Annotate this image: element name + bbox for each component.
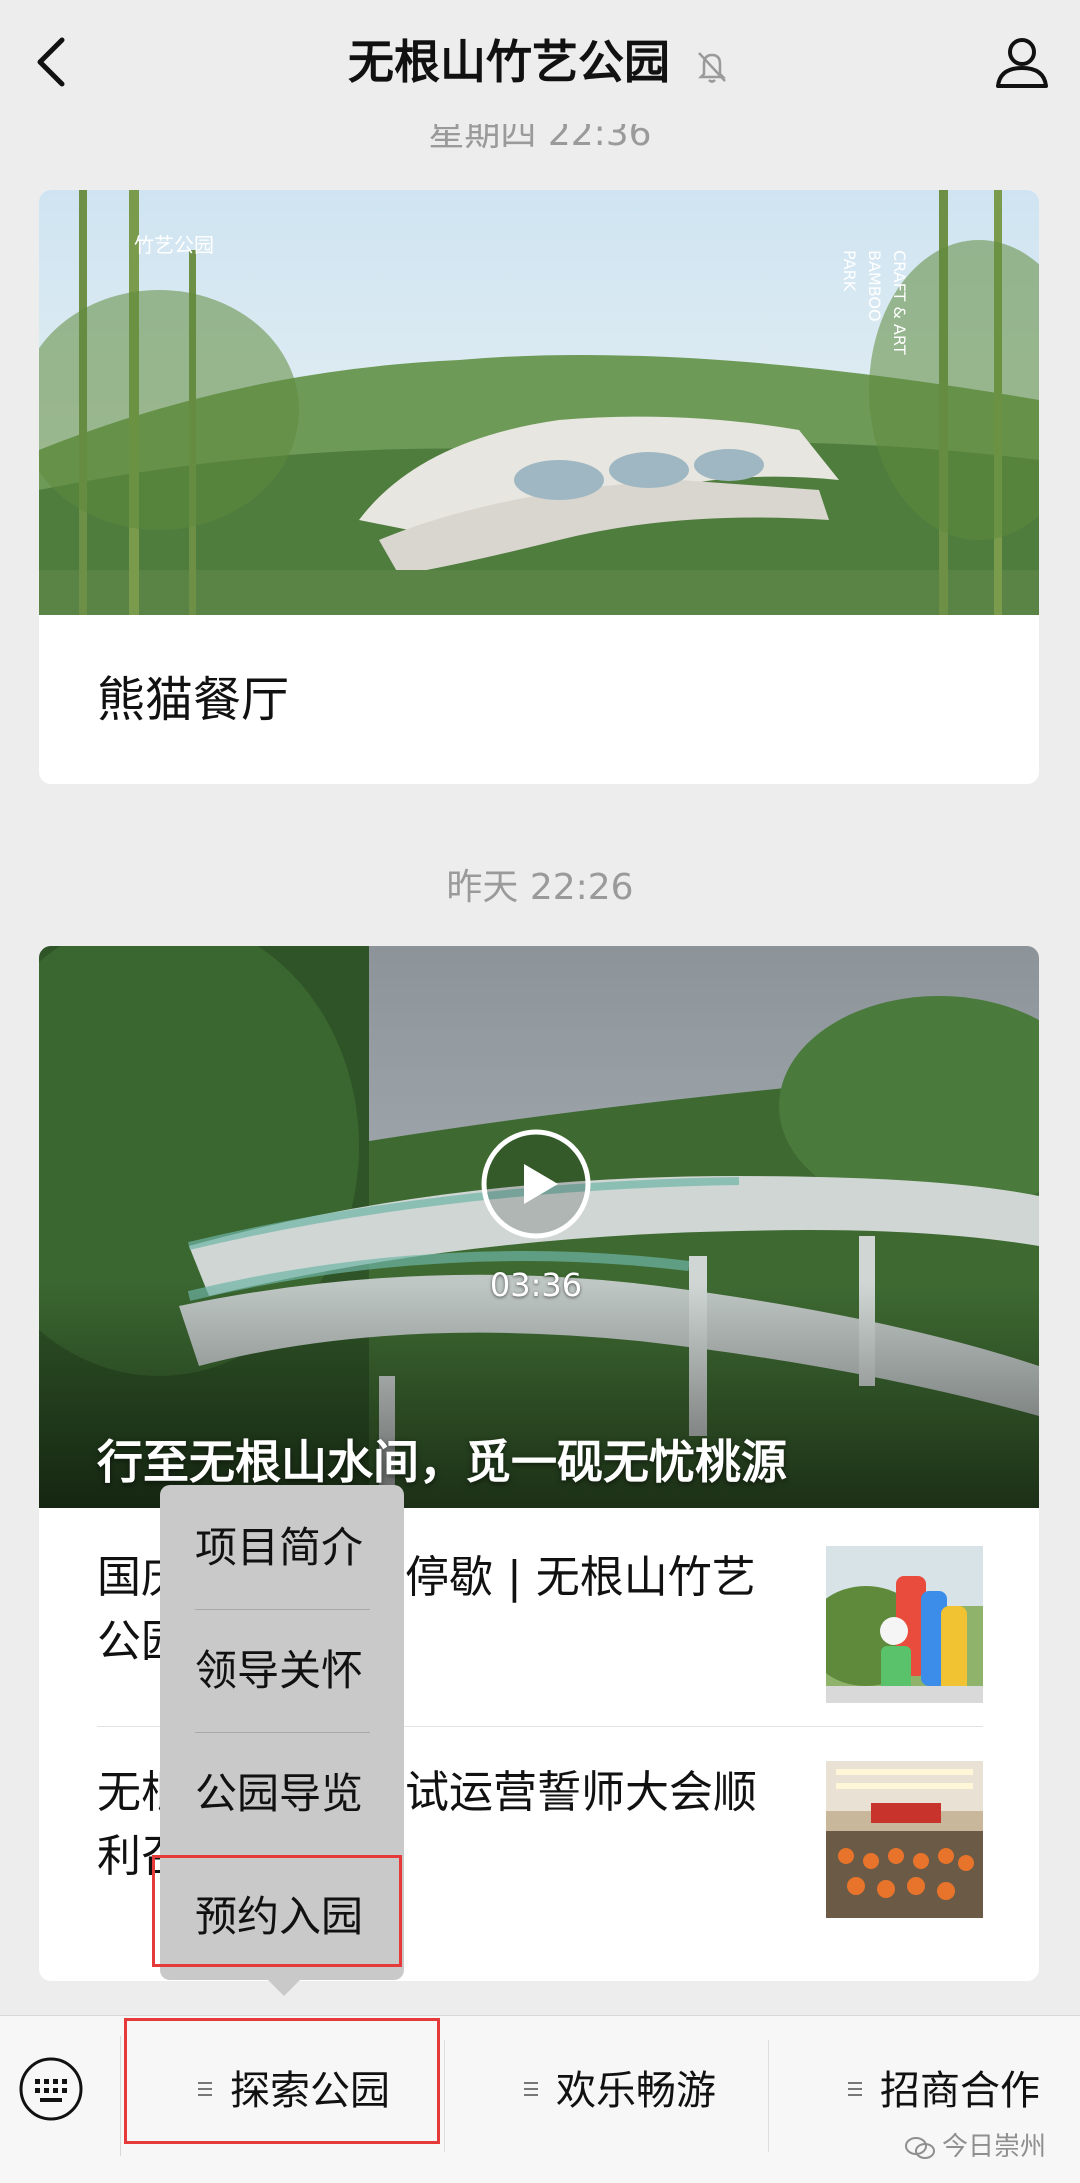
article-card-restaurant[interactable]: 竹艺公园 BAMBOO CRAFT & ART PARK 熊猫餐厅 bbox=[39, 190, 1039, 784]
svg-text:BAMBOO: BAMBOO bbox=[865, 250, 884, 322]
tab-label: 欢乐畅游 bbox=[556, 2068, 716, 2114]
menu-tab-fun-tour[interactable]: 欢乐畅游 bbox=[460, 2016, 780, 2166]
video-caption[interactable]: 行至无根山水间，觅一砚无忧桃源 bbox=[97, 1426, 787, 1492]
menu-item-project-intro[interactable]: 项目简介 bbox=[195, 1487, 370, 1609]
article-title[interactable]: 熊猫餐厅 bbox=[97, 660, 289, 730]
svg-text:CRAFT & ART: CRAFT & ART bbox=[890, 250, 909, 355]
article-thumbnail bbox=[826, 1546, 983, 1703]
account-name: 无根山竹艺公园 bbox=[347, 35, 670, 89]
profile-icon[interactable] bbox=[990, 30, 1054, 94]
watermark: 今日崇州 bbox=[904, 2126, 1046, 2163]
svg-text:PARK: PARK bbox=[840, 250, 859, 292]
menu-lines-icon bbox=[198, 2082, 212, 2096]
keyboard-icon[interactable] bbox=[18, 2056, 84, 2122]
menu-lines-icon bbox=[848, 2082, 862, 2096]
bamboo-park-building-image: 竹艺公园 BAMBOO CRAFT & ART PARK bbox=[39, 190, 1039, 615]
muted-bell-icon bbox=[697, 51, 727, 83]
svg-text:竹艺公园: 竹艺公园 bbox=[134, 233, 214, 257]
menu-item-park-guide[interactable]: 公园导览 bbox=[195, 1733, 370, 1855]
divider bbox=[768, 2040, 769, 2152]
submenu-popup: 项目简介 领导关怀 公园导览 预约入园 bbox=[160, 1485, 404, 1996]
play-icon[interactable] bbox=[480, 1128, 592, 1240]
video-duration: 03:36 bbox=[489, 1266, 583, 1304]
tab-label: 招商合作 bbox=[880, 2068, 1040, 2114]
menu-lines-icon bbox=[524, 2082, 538, 2096]
top-navigation-bar: 无根山竹艺公园 bbox=[0, 0, 1080, 124]
article-thumbnail bbox=[826, 1761, 983, 1918]
menu-item-reservation[interactable]: 预约入园 bbox=[195, 1856, 370, 1978]
menu-tab-explore-park[interactable]: 探索公园 bbox=[134, 2016, 454, 2166]
divider bbox=[444, 2040, 445, 2152]
timestamp: 昨天 22:26 bbox=[446, 867, 634, 908]
tab-label: 探索公园 bbox=[230, 2068, 390, 2114]
divider bbox=[120, 2036, 121, 2156]
page-title: 无根山竹艺公园 bbox=[0, 30, 1080, 94]
wechat-icon bbox=[904, 2136, 935, 2159]
watermark-text: 今日崇州 bbox=[941, 2132, 1046, 2162]
bottom-menu-bar: 探索公园 欢乐畅游 招商合作 今日崇州 bbox=[0, 2015, 1080, 2183]
menu-item-leadership[interactable]: 领导关怀 bbox=[195, 1610, 370, 1732]
